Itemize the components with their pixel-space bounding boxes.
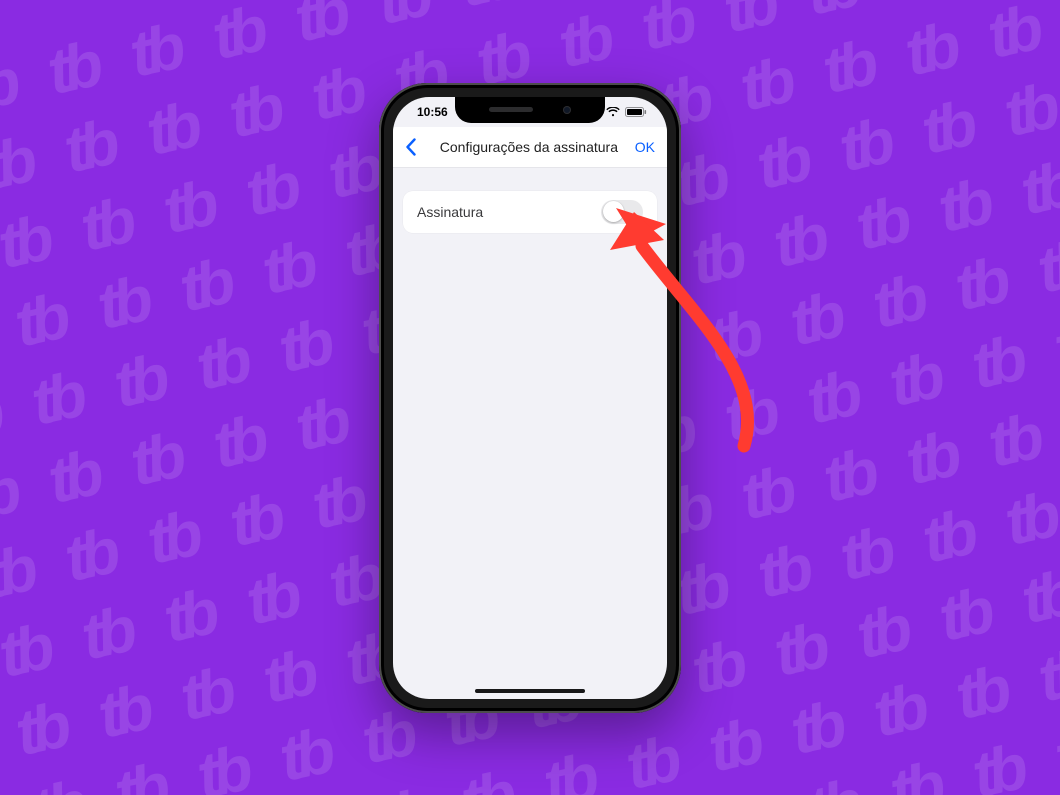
settings-content: Assinatura — [393, 167, 667, 699]
battery-icon — [625, 107, 647, 117]
background: tbtbtbtbtbtbtbtbtbtbtbtbtbtbtbtbtbtbtbtb… — [0, 0, 1060, 795]
signature-toggle[interactable] — [601, 200, 643, 224]
back-button[interactable] — [405, 138, 423, 156]
phone-screen: 10:56 — [393, 97, 667, 699]
phone-notch — [455, 97, 605, 123]
page-title: Configurações da assinatura — [427, 139, 631, 155]
notch-speaker — [489, 107, 533, 112]
wifi-icon — [606, 107, 620, 117]
signature-row-label: Assinatura — [417, 204, 483, 220]
toggle-knob — [603, 201, 624, 222]
notch-camera — [563, 106, 571, 114]
status-right-cluster — [606, 107, 647, 117]
ok-button[interactable]: OK — [635, 139, 655, 155]
phone-frame: 10:56 — [379, 83, 681, 713]
chevron-left-icon — [405, 138, 416, 156]
home-indicator[interactable] — [475, 689, 585, 693]
nav-header: Configurações da assinatura OK — [393, 127, 667, 168]
status-time: 10:56 — [417, 105, 448, 119]
signature-row: Assinatura — [403, 191, 657, 233]
